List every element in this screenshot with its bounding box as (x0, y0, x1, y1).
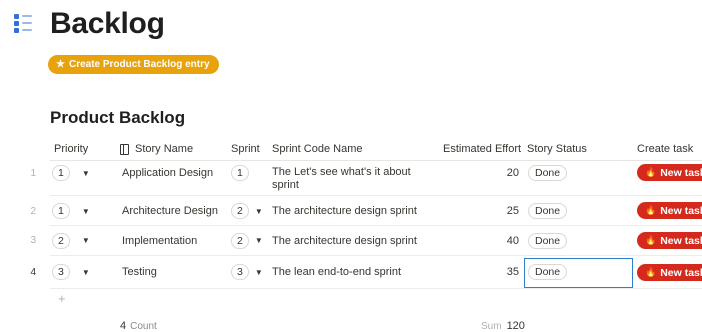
status-badge: Done (528, 232, 568, 249)
sprint-cell[interactable]: 2 ▼ (231, 197, 263, 225)
effort-cell[interactable]: 35 (449, 257, 519, 287)
column-header-sprint-code-name[interactable]: Sprint Code Name (272, 138, 363, 160)
chevron-down-icon[interactable]: ▼ (255, 236, 263, 245)
column-header-story-status[interactable]: Story Status (527, 138, 587, 160)
row-number: 1 (30, 167, 36, 179)
effort-cell[interactable]: 40 (449, 226, 519, 255)
new-task-button[interactable]: 🔥 New task (637, 232, 702, 249)
priority-cell[interactable]: 1 ▼ (52, 197, 90, 225)
status-badge: Done (528, 165, 568, 181)
create-backlog-entry-label: Create Product Backlog entry (68, 59, 210, 70)
column-header-estimated-effort[interactable]: Estimated Effort (443, 138, 521, 160)
column-header-sprint[interactable]: Sprint (231, 138, 260, 160)
priority-cell[interactable]: 1 ▼ (52, 161, 90, 185)
list-icon (14, 11, 40, 37)
story-name-cell[interactable]: Application Design (122, 161, 213, 185)
flame-icon: 🔥 (645, 205, 657, 215)
new-task-button[interactable]: 🔥 New task (637, 264, 702, 281)
chevron-down-icon[interactable]: ▼ (255, 207, 263, 216)
chevron-down-icon[interactable]: ▼ (82, 207, 90, 216)
chevron-down-icon[interactable]: ▼ (82, 169, 90, 178)
book-icon (120, 143, 129, 155)
footer-sum[interactable]: Sum 120 (481, 320, 525, 332)
sprint-cell[interactable]: 2 ▼ (231, 226, 263, 255)
story-name-cell[interactable]: Implementation (122, 226, 197, 255)
new-task-button[interactable]: 🔥 New task (637, 164, 702, 181)
create-task-cell: 🔥 New task (637, 164, 702, 181)
page-header: Backlog (14, 4, 165, 44)
create-task-cell: 🔥 New task (637, 232, 702, 249)
status-badge: Done (528, 203, 568, 219)
story-status-cell[interactable]: Done (528, 226, 568, 255)
flame-icon: 🔥 (645, 267, 657, 277)
create-task-cell: 🔥 New task (637, 202, 702, 219)
new-task-button[interactable]: 🔥 New task (637, 202, 702, 219)
sprint-code-name-cell: The lean end-to-end sprint (272, 266, 402, 278)
row-number: 3 (30, 235, 36, 246)
status-badge: Done (528, 264, 568, 280)
sprint-code-name-cell: The Let's see what's it about sprint (272, 166, 411, 191)
create-task-cell: 🔥 New task (637, 264, 702, 281)
row-divider (50, 195, 702, 196)
story-name-cell[interactable]: Architecture Design (122, 197, 218, 225)
priority-cell[interactable]: 3 ▼ (52, 257, 90, 287)
table-row[interactable]: 2 1 ▼ Architecture Design 2 ▼ The archit… (0, 197, 702, 226)
sprint-code-name-cell: The architecture design sprint (272, 205, 417, 217)
table-row[interactable]: 1 1 ▼ Application Design 1 The Let's see… (0, 161, 702, 196)
chevron-down-icon[interactable]: ▼ (255, 268, 263, 277)
star-icon: ★ (56, 59, 65, 70)
column-header-priority[interactable]: Priority (54, 138, 88, 160)
effort-cell[interactable]: 20 (449, 161, 519, 185)
footer-count[interactable]: 4 Count (120, 320, 157, 332)
create-backlog-entry-button[interactable]: ★ Create Product Backlog entry (48, 55, 219, 74)
flame-icon: 🔥 (645, 167, 657, 177)
row-number: 4 (30, 266, 36, 278)
sprint-cell[interactable]: 1 (231, 161, 249, 185)
table-row[interactable]: 3 2 ▼ Implementation 2 ▼ The architectur… (0, 226, 702, 256)
priority-cell[interactable]: 2 ▼ (52, 226, 90, 255)
column-header-story-name[interactable]: Story Name (120, 138, 193, 160)
story-status-cell[interactable]: Done (528, 197, 568, 225)
row-divider (50, 255, 702, 256)
table-row[interactable]: 4 3 ▼ Testing 3 ▼ The lean end-to-end sp… (0, 257, 702, 289)
row-divider (50, 288, 702, 289)
sprint-code-name-cell: The architecture design sprint (272, 234, 417, 247)
flame-icon: 🔥 (645, 235, 657, 245)
effort-cell[interactable]: 25 (449, 197, 519, 225)
sprint-cell[interactable]: 3 ▼ (231, 257, 263, 287)
row-number: 2 (30, 205, 36, 217)
chevron-down-icon[interactable]: ▼ (82, 236, 90, 245)
column-header-create-task[interactable]: Create task (637, 138, 693, 160)
page-title: Backlog (50, 7, 165, 40)
story-name-cell[interactable]: Testing (122, 257, 157, 287)
story-status-cell[interactable]: Done (528, 161, 568, 185)
chevron-down-icon[interactable]: ▼ (82, 268, 90, 277)
section-title: Product Backlog (50, 108, 186, 127)
add-row-button[interactable]: + (58, 291, 66, 306)
story-status-cell[interactable]: Done (528, 257, 568, 287)
